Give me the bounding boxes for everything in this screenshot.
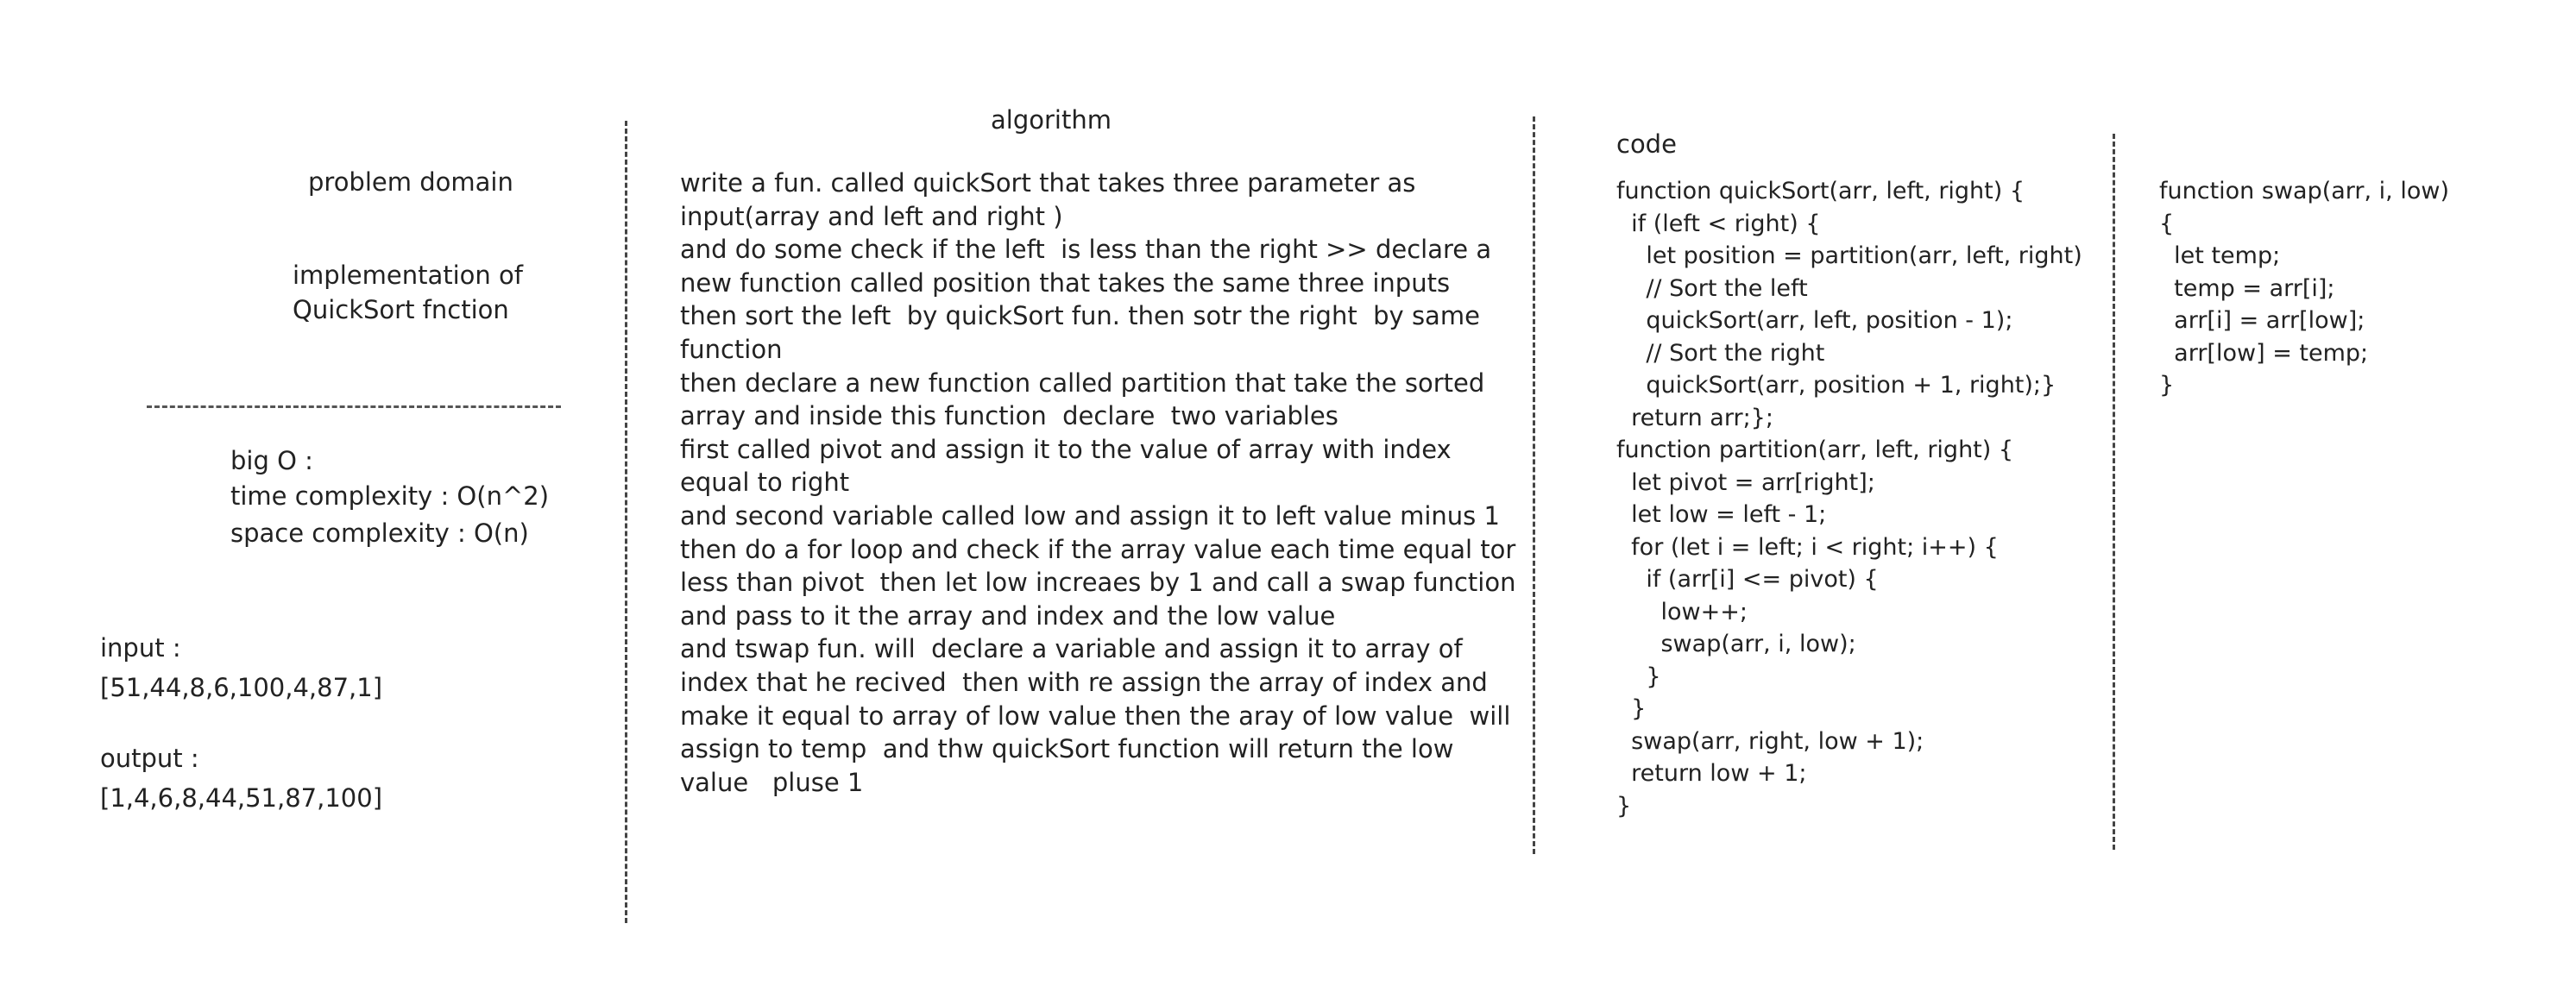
swap-code-line: function swap(arr, i, low): [2159, 178, 2449, 204]
algorithm-line: function: [680, 334, 783, 364]
algorithm-title: algorithm: [991, 105, 1112, 135]
divider-middle: [1533, 116, 1535, 854]
algorithm-line: array and inside this function declare t…: [680, 401, 1338, 431]
algorithm-line: first called pivot and assign it to the …: [680, 434, 1452, 464]
code-title: code: [1616, 129, 1677, 159]
algorithm-line: then declare a new function called parti…: [680, 368, 1485, 398]
swap-code-block: function swap(arr, i, low) { let temp; te…: [2159, 175, 2449, 402]
algorithm-line: make it equal to array of low value then…: [680, 701, 1511, 731]
output-label: output :: [100, 744, 199, 773]
code-block: function quickSort(arr, left, right) { i…: [1616, 175, 2082, 822]
code-line: return arr;};: [1616, 404, 1773, 431]
swap-code-line: arr[i] = arr[low];: [2159, 307, 2365, 334]
space-complexity: space complexity : O(n): [230, 518, 529, 548]
algorithm-line: then do a for loop and check if the arra…: [680, 534, 1516, 564]
implementation-label-line2: QuickSort fnction: [293, 295, 509, 324]
code-line: quickSort(arr, left, position - 1);: [1616, 307, 2013, 334]
code-line: swap(arr, right, low + 1);: [1616, 727, 1924, 755]
algorithm-description: write a fun. called quickSort that takes…: [680, 166, 1515, 799]
algorithm-line: input(array and left and right ): [680, 201, 1063, 231]
section-divider: [147, 405, 561, 408]
code-line: let pivot = arr[right];: [1616, 468, 1875, 496]
code-line: }: [1616, 695, 1647, 722]
code-line: if (arr[i] <= pivot) {: [1616, 566, 1879, 593]
time-complexity: time complexity : O(n^2): [230, 481, 550, 511]
divider-left: [625, 121, 627, 923]
code-line: // Sort the left: [1616, 274, 1808, 302]
algorithm-line: index that he recived then with re assig…: [680, 667, 1488, 697]
problem-domain-label: problem domain: [308, 167, 513, 197]
swap-code-line: temp = arr[i];: [2159, 274, 2335, 302]
big-o-label: big O :: [230, 446, 313, 475]
divider-right: [2113, 134, 2115, 850]
code-line: }: [1616, 792, 1632, 820]
code-line: // Sort the right: [1616, 339, 1825, 367]
code-line: if (left < right) {: [1616, 210, 1821, 237]
code-line: function partition(arr, left, right) {: [1616, 437, 2014, 463]
swap-code-line: {: [2159, 210, 2175, 237]
algorithm-line: and do some check if the left is less th…: [680, 235, 1492, 265]
output-value: [1,4,6,8,44,51,87,100]: [100, 783, 383, 813]
algorithm-line: and second variable called low and assig…: [680, 500, 1500, 531]
code-line: let position = partition(arr, left, righ…: [1616, 242, 2082, 269]
input-value: [51,44,8,6,100,4,87,1]: [100, 673, 383, 702]
algorithm-line: write a fun. called quickSort that takes…: [680, 168, 1416, 198]
code-line: for (let i = left; i < right; i++) {: [1616, 533, 1999, 561]
code-line: quickSort(arr, position + 1, right);}: [1616, 372, 2056, 399]
code-line: }: [1616, 663, 1661, 690]
algorithm-line: then sort the left by quickSort fun. the…: [680, 301, 1480, 331]
code-line: return low + 1;: [1616, 760, 1807, 787]
algorithm-line: and pass to it the array and index and t…: [680, 600, 1336, 631]
algorithm-line: less than pivot then let low increaes by…: [680, 568, 1516, 598]
algorithm-line: and tswap fun. will declare a variable a…: [680, 634, 1463, 664]
code-line: swap(arr, i, low);: [1616, 631, 1856, 657]
whiteboard-page: { "left": { "problem_domain": "problem d…: [0, 0, 2576, 999]
code-line: function quickSort(arr, left, right) {: [1616, 178, 2025, 204]
algorithm-line: equal to right: [680, 468, 850, 498]
algorithm-line: new function called position that takes …: [680, 267, 1451, 298]
swap-code-line: }: [2159, 372, 2175, 399]
algorithm-line: value pluse 1: [680, 767, 864, 797]
code-line: let low = left - 1;: [1616, 501, 1827, 528]
swap-code-line: let temp;: [2159, 242, 2281, 269]
code-line: low++;: [1616, 598, 1748, 625]
implementation-label-line1: implementation of: [293, 261, 523, 290]
algorithm-line: assign to temp and thw quickSort functio…: [680, 734, 1454, 764]
input-label: input :: [100, 633, 181, 663]
swap-code-line: arr[low] = temp;: [2159, 339, 2369, 367]
